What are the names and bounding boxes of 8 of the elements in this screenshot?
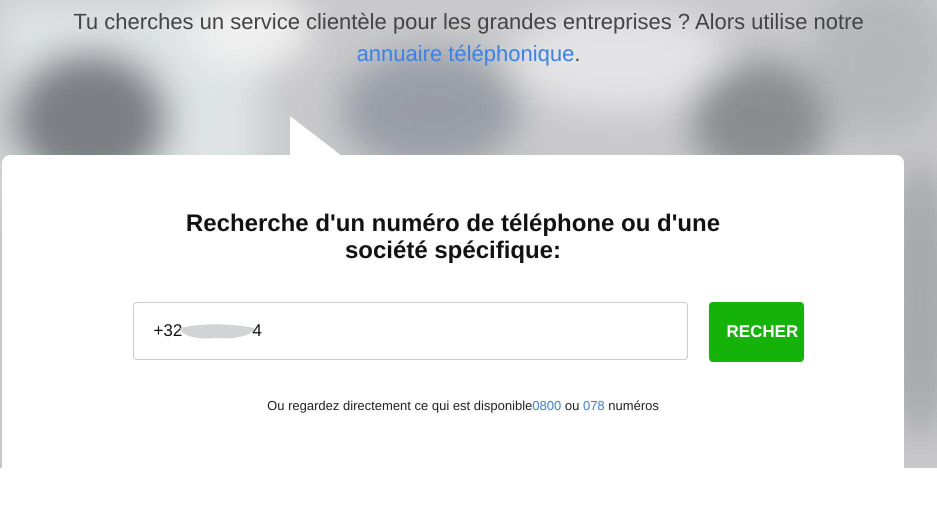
intro-text: Tu cherches un service clientèle pour les grandes entreprises ? Alors utilise notre annuaire téléphonique.	[72, 8, 865, 68]
number-link[interactable]: 0800	[532, 398, 562, 413]
search-heading: Recherche d'un numéro de téléphone ou d'une société spécifique:	[184, 210, 722, 264]
shortcut-text: Ou regardez directement ce qui est disponible0800 ou 078 numéros	[267, 398, 659, 413]
directory-link[interactable]: annuaire téléphonique	[356, 41, 574, 66]
phone-input-field[interactable]: +32 4	[132, 302, 688, 360]
number-link[interactable]: 078	[582, 398, 605, 413]
search-button[interactable]: RECHER	[708, 302, 804, 362]
